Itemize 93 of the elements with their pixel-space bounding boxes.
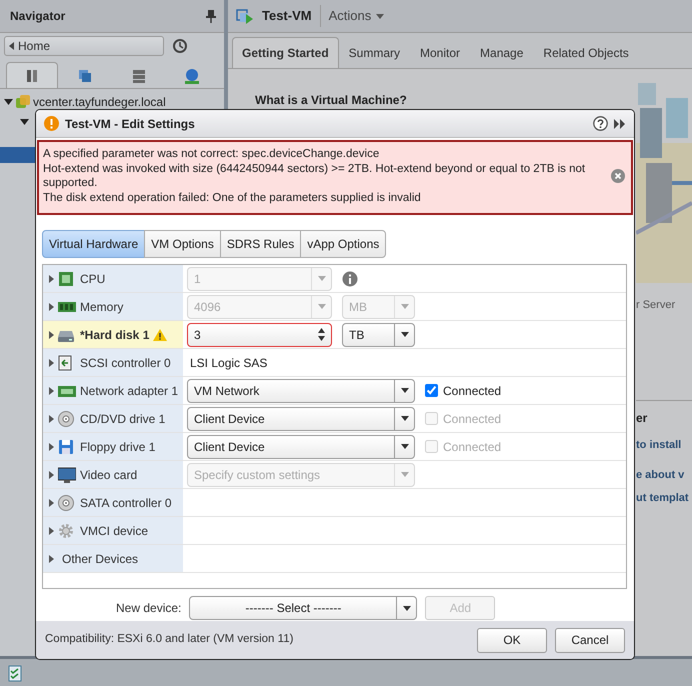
back-icon	[9, 42, 14, 50]
pin-icon[interactable]	[206, 10, 216, 22]
caret-icon	[400, 416, 408, 421]
dropdown[interactable]: VM Network	[187, 378, 415, 402]
cpu-icon	[58, 270, 76, 286]
panel-title: Navigator	[10, 8, 66, 25]
expand-caret-icon[interactable]	[49, 554, 54, 562]
caret-icon	[376, 14, 384, 18]
device-name: SATA controller 0	[80, 494, 172, 512]
spinner-arrows-icon[interactable]	[318, 328, 324, 341]
expand-caret-icon[interactable]	[49, 274, 54, 282]
help-link[interactable]: ut templat	[636, 490, 692, 506]
warning-icon	[44, 116, 59, 131]
tab[interactable]: SDRS Rules	[220, 230, 302, 258]
gear-icon	[58, 522, 76, 538]
expand-caret-icon[interactable]	[49, 526, 54, 534]
device-name: Video card	[80, 466, 138, 484]
collapse-caret-icon[interactable]	[4, 99, 13, 105]
caret-icon	[318, 304, 326, 309]
dropdown[interactable]: Client Device	[187, 434, 415, 458]
monitor-icon	[58, 466, 76, 482]
home-button[interactable]: Home	[4, 36, 164, 56]
tab[interactable]: Summary	[338, 37, 410, 68]
size-spinner[interactable]: 3	[187, 322, 332, 346]
expand-caret-icon[interactable]	[49, 442, 54, 450]
vcenter-icon	[16, 95, 30, 109]
caret-icon	[400, 388, 408, 393]
device-name: SCSI controller 0	[80, 354, 171, 372]
unit-dropdown[interactable]: TB	[342, 322, 415, 346]
storage-icon[interactable]	[130, 68, 147, 84]
section-heading: What is a Virtual Machine?	[255, 92, 408, 109]
object-title: Test-VM	[262, 7, 312, 26]
device-name: CD/DVD drive 1	[80, 410, 166, 428]
collapse-caret-icon[interactable]	[20, 119, 29, 125]
help-link[interactable]: e about v	[636, 467, 692, 484]
expand-icon[interactable]	[614, 118, 626, 128]
field-label: New device:	[116, 600, 182, 617]
cancel-button[interactable]: Cancel	[555, 628, 625, 652]
tab[interactable]: Monitor	[410, 37, 470, 68]
device-name: Network adapter 1	[80, 382, 178, 400]
actions-menu[interactable]: Actions	[328, 6, 384, 26]
caret-icon	[400, 332, 408, 337]
device-name: Floppy drive 1	[80, 438, 156, 456]
help-icon[interactable]	[593, 116, 608, 131]
info-icon	[342, 270, 358, 286]
checkbox[interactable]	[425, 384, 438, 397]
vms-icon[interactable]	[77, 68, 94, 84]
device-name: Other Devices	[62, 550, 138, 568]
expand-caret-icon[interactable]	[49, 330, 54, 338]
history-icon[interactable]	[172, 38, 188, 54]
vm-icon	[236, 8, 254, 24]
compatibility-text: Compatibility: ESXi 6.0 and later (VM version 11)	[45, 632, 294, 648]
expand-caret-icon[interactable]	[49, 302, 54, 310]
checkbox-label: Connected	[443, 410, 502, 428]
checkbox-label: Connected	[443, 438, 502, 456]
device-name: *Hard disk 1	[80, 326, 150, 344]
disc-icon	[58, 494, 76, 510]
caret-icon	[318, 276, 326, 281]
caret-icon	[402, 606, 411, 610]
device-value: LSI Logic SAS	[189, 354, 268, 372]
expand-caret-icon[interactable]	[49, 358, 54, 366]
device-name: CPU	[80, 270, 106, 288]
expand-caret-icon[interactable]	[49, 386, 54, 394]
section-heading: er	[636, 400, 692, 426]
floppy-icon	[58, 438, 76, 454]
tab[interactable]: Virtual Hardware	[42, 230, 146, 258]
warning-icon	[153, 328, 168, 340]
error-message: A specified parameter was not correct: spec.deviceChange.device Hot-extend was invoked with size (6442450944 sectors) >= 2TB. Hot-extend beyond or equal to 2TB is not supported. The disk extend operation failed: One of the parameters supplied is invalid	[43, 147, 586, 205]
help-link[interactable]: to install	[636, 436, 692, 453]
device-name: Memory	[80, 298, 124, 316]
expand-caret-icon[interactable]	[49, 498, 54, 506]
tree-item[interactable]: vcenter.tayfundeger.local	[33, 93, 166, 111]
caret-icon	[400, 472, 408, 477]
disc-icon	[58, 410, 76, 426]
tab[interactable]: Related Objects	[533, 37, 639, 68]
tab[interactable]: Manage	[470, 37, 534, 68]
dialog-title: Test-VM - Edit Settings	[65, 116, 196, 132]
image-caption: r Server	[636, 298, 676, 313]
tab[interactable]: vApp Options	[300, 230, 386, 258]
new-device-dropdown[interactable]: ------- Select -------	[189, 596, 418, 620]
network-icon[interactable]	[184, 68, 200, 84]
ok-button[interactable]: OK	[477, 628, 547, 652]
device-name: VMCI device	[80, 522, 148, 540]
close-icon[interactable]	[611, 169, 625, 183]
checkbox-label: Connected	[443, 382, 502, 400]
tab[interactable]: Getting Started	[232, 37, 339, 68]
tasks-icon[interactable]	[8, 664, 22, 682]
dropdown[interactable]: Client Device	[187, 406, 415, 430]
tab[interactable]: VM Options	[144, 230, 221, 258]
caret-icon	[400, 444, 408, 449]
caret-icon	[400, 304, 408, 309]
expand-caret-icon[interactable]	[49, 470, 54, 478]
expand-caret-icon[interactable]	[49, 414, 54, 422]
